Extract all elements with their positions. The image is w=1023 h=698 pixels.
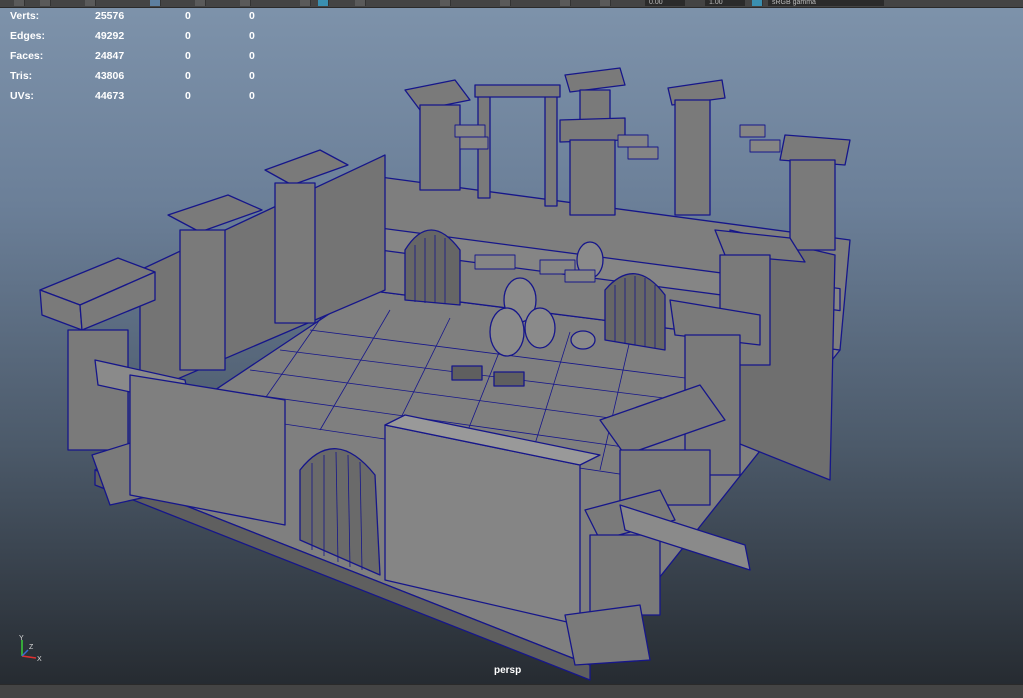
view-axis-gizmo: Y X Z xyxy=(19,635,42,663)
exposure-field[interactable]: 0.00 xyxy=(645,0,685,6)
hud-value: 0 xyxy=(249,90,255,102)
axis-label-z: Z xyxy=(29,644,34,651)
hud-value: 25576 xyxy=(95,10,125,22)
toolbar-icon[interactable] xyxy=(14,0,25,6)
toolbar-icon[interactable] xyxy=(300,0,311,6)
hud-value: 0 xyxy=(249,70,255,82)
hud-value: 0 xyxy=(185,90,191,102)
camera-label: persp xyxy=(494,665,522,676)
toolbar-icon[interactable] xyxy=(560,0,571,6)
toolbar-icon[interactable] xyxy=(355,0,366,6)
toolbar-icon[interactable] xyxy=(150,0,161,6)
toolbar-icon[interactable] xyxy=(195,0,206,6)
hud-value: 0 xyxy=(249,10,255,22)
hud-label: Verts: xyxy=(10,10,40,22)
toolbar-icon[interactable] xyxy=(600,0,611,6)
hud-label: UVs: xyxy=(10,90,34,102)
color-space-dropdown[interactable]: sRGB gamma xyxy=(768,0,884,6)
hud-label: Tris: xyxy=(10,70,33,82)
hud-value: 0 xyxy=(185,30,191,42)
floor-grate xyxy=(451,365,483,381)
hud-value: 0 xyxy=(185,50,191,62)
hud-value: 0 xyxy=(249,50,255,62)
hud-value: 49292 xyxy=(95,30,125,42)
viewport-persp[interactable]: 0.00 1.00 sRGB gamma Verts: 25576 0 0 Ed… xyxy=(0,0,1023,684)
hud-label: Edges: xyxy=(10,30,46,42)
hud-value: 0 xyxy=(249,30,255,42)
toolbar-icon[interactable] xyxy=(240,0,251,6)
toolbar-icon[interactable] xyxy=(500,0,511,6)
dungeon-room-model[interactable] xyxy=(0,0,1023,684)
gamma-field[interactable]: 1.00 xyxy=(705,0,745,6)
toolbar-icon[interactable] xyxy=(85,0,96,6)
hud-value: 0 xyxy=(185,10,191,22)
floor-grate xyxy=(493,371,525,387)
bottom-bar xyxy=(0,684,1023,698)
status-toolbar: 0.00 1.00 sRGB gamma xyxy=(0,0,1023,8)
front-right-pillar xyxy=(564,489,751,666)
hud-label: Faces: xyxy=(10,50,44,62)
hud-value: 44673 xyxy=(95,90,125,102)
toolbar-icon[interactable] xyxy=(40,0,51,6)
hud-value: 24847 xyxy=(95,50,125,62)
toolbar-icon[interactable] xyxy=(440,0,451,6)
axis-label-x: X xyxy=(37,656,42,663)
hud-value: 0 xyxy=(185,70,191,82)
back-door-left xyxy=(404,229,461,306)
toolbar-icon[interactable] xyxy=(318,0,329,6)
axis-label-y: Y xyxy=(19,635,24,642)
color-management-icon[interactable] xyxy=(752,0,763,6)
hud-value: 43806 xyxy=(95,70,125,82)
